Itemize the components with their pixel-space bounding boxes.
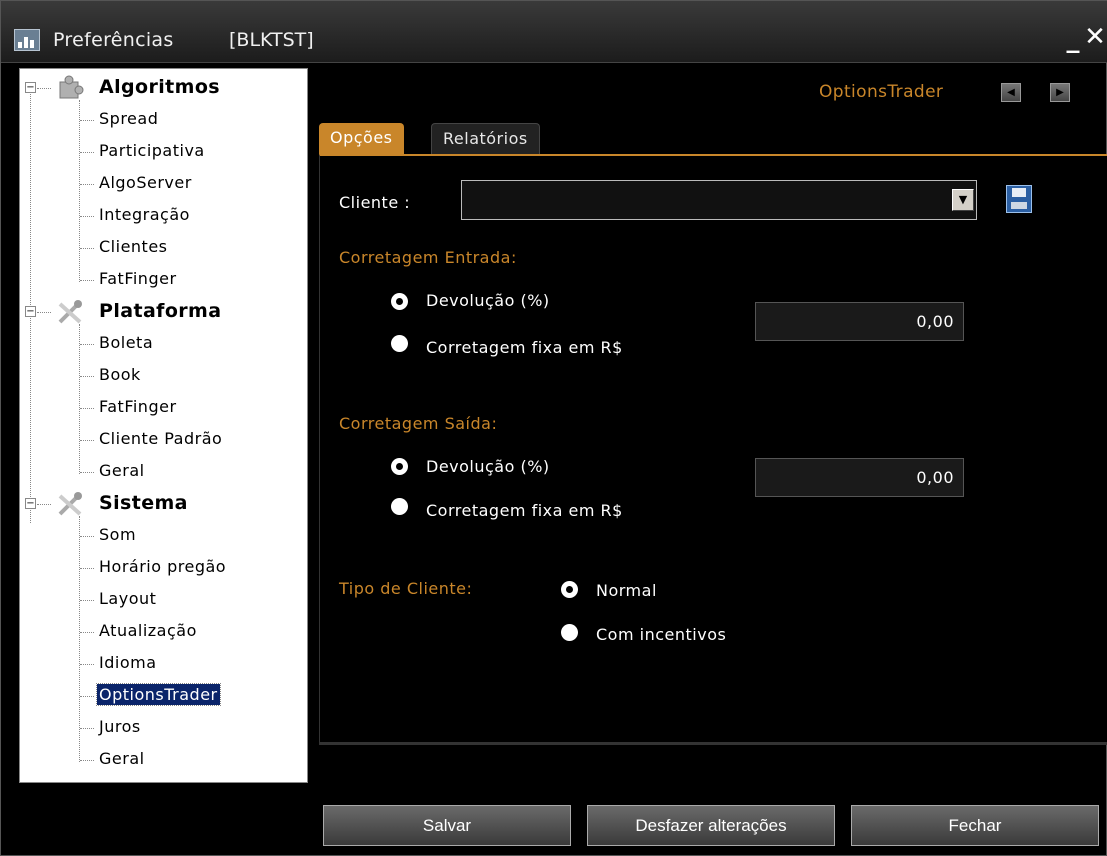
tree-item-participativa[interactable]: Participativa xyxy=(20,137,307,168)
tree-item-label: Spread xyxy=(99,109,159,128)
tree-group-label: Algoritmos xyxy=(99,76,220,98)
tree-item-algoserver[interactable]: AlgoServer xyxy=(20,169,307,200)
tree-item-idioma[interactable]: Idioma xyxy=(20,649,307,680)
tree-group-sistema[interactable]: − Sistema xyxy=(20,489,307,520)
tools-icon xyxy=(58,300,82,324)
saida-value-input[interactable]: 0,00 xyxy=(755,458,964,497)
cliente-dropdown[interactable]: ▼ xyxy=(461,180,977,220)
preferences-window: Preferências [BLKTST] _ ✕ − Algoritmos S… xyxy=(0,0,1107,856)
tab-opcoes[interactable]: Opções xyxy=(319,123,404,154)
collapse-icon[interactable]: − xyxy=(25,306,36,317)
saida-devolucao-radio[interactable] xyxy=(391,458,408,475)
tree-item-label: Integração xyxy=(99,205,190,224)
tools-icon xyxy=(58,492,82,516)
puzzle-icon xyxy=(59,75,84,99)
tree-item-boleta[interactable]: Boleta xyxy=(20,329,307,360)
close-window-button[interactable]: ✕ xyxy=(1084,23,1106,51)
tipo-incentivos-radio[interactable] xyxy=(561,624,578,641)
tree-item-label: FatFinger xyxy=(99,397,177,416)
entrada-devolucao-radio[interactable] xyxy=(391,293,408,310)
tree-item-juros[interactable]: Juros xyxy=(20,713,307,744)
minimize-button[interactable]: _ xyxy=(1063,26,1083,52)
saida-fixa-label: Corretagem fixa em R$ xyxy=(426,501,623,520)
tree-item-geral[interactable]: Geral xyxy=(20,745,307,776)
tipo-normal-label: Normal xyxy=(596,581,657,600)
tipo-cliente-title: Tipo de Cliente: xyxy=(339,579,473,598)
tree-item-book[interactable]: Book xyxy=(20,361,307,392)
tree-item-label: Boleta xyxy=(99,333,154,352)
tree-item-label: Geral xyxy=(99,461,145,480)
tree-item-cliente-padrao[interactable]: Cliente Padrão xyxy=(20,425,307,456)
tipo-normal-radio[interactable] xyxy=(561,581,578,598)
saida-fixa-radio[interactable] xyxy=(391,498,408,515)
tree-item-som[interactable]: Som xyxy=(20,521,307,552)
tree-group-algoritmos[interactable]: − Algoritmos xyxy=(20,73,307,104)
collapse-icon[interactable]: − xyxy=(25,498,36,509)
save-disk-icon[interactable] xyxy=(1006,185,1032,213)
window-title-tag: [BLKTST] xyxy=(229,29,314,51)
tree-item-label: Cliente Padrão xyxy=(99,429,223,448)
title-bar[interactable]: Preferências [BLKTST] _ ✕ xyxy=(1,1,1107,63)
arrow-left-icon: ◀ xyxy=(1007,87,1015,98)
options-panel xyxy=(319,154,1107,742)
tipo-incentivos-label: Com incentivos xyxy=(596,625,727,644)
tree-item-label: Idioma xyxy=(99,653,157,672)
tree-item-layout[interactable]: Layout xyxy=(20,585,307,616)
save-button[interactable]: Salvar xyxy=(323,805,571,846)
tree-group-label: Sistema xyxy=(99,492,188,514)
section-title: OptionsTrader xyxy=(819,82,944,102)
tree-item-optionstrader[interactable]: OptionsTrader xyxy=(20,681,307,712)
tree-item-fatfinger[interactable]: FatFinger xyxy=(20,265,307,296)
tree-item-label: Book xyxy=(99,365,141,384)
entrada-value-input[interactable]: 0,00 xyxy=(755,302,964,341)
tree-group-label: Plataforma xyxy=(99,300,222,322)
cliente-label: Cliente : xyxy=(339,193,411,212)
tree-item-label: Som xyxy=(99,525,137,544)
entrada-fixa-radio[interactable] xyxy=(391,335,408,352)
tree-item-label: Clientes xyxy=(99,237,168,256)
window-title: Preferências xyxy=(53,29,174,51)
tree-item-label: Juros xyxy=(99,717,141,736)
app-chart-icon xyxy=(14,29,40,51)
previous-section-button[interactable]: ◀ xyxy=(1001,83,1021,102)
tree-item-geral[interactable]: Geral xyxy=(20,457,307,488)
tree-item-label: Atualização xyxy=(99,621,197,640)
tree-item-label: Geral xyxy=(99,749,145,768)
close-button[interactable]: Fechar xyxy=(851,805,1099,846)
tree-item-spread[interactable]: Spread xyxy=(20,105,307,136)
tree-item-atualizacao[interactable]: Atualização xyxy=(20,617,307,648)
tree-item-integracao[interactable]: Integração xyxy=(20,201,307,232)
panel-divider xyxy=(319,742,1107,745)
tree-item-label: Participativa xyxy=(99,141,205,160)
next-section-button[interactable]: ▶ xyxy=(1050,83,1070,102)
collapse-icon[interactable]: − xyxy=(25,82,36,93)
tree-item-horario-pregao[interactable]: Horário pregão xyxy=(20,553,307,584)
entrada-devolucao-label: Devolução (%) xyxy=(426,291,550,310)
tree-item-fatfinger[interactable]: FatFinger xyxy=(20,393,307,424)
tree-item-label: FatFinger xyxy=(99,269,177,288)
saida-devolucao-label: Devolução (%) xyxy=(426,457,550,476)
tree-group-plataforma[interactable]: − Plataforma xyxy=(20,297,307,328)
preferences-tree: − Algoritmos Spread Participativa AlgoSe… xyxy=(19,68,308,783)
chevron-down-icon[interactable]: ▼ xyxy=(952,189,974,211)
tree-item-label: Horário pregão xyxy=(99,557,227,576)
tab-relatorios[interactable]: Relatórios xyxy=(431,123,540,154)
tree-item-label: AlgoServer xyxy=(99,173,192,192)
tree-item-label: Layout xyxy=(99,589,157,608)
corretagem-saida-title: Corretagem Saída: xyxy=(339,414,498,433)
entrada-fixa-label: Corretagem fixa em R$ xyxy=(426,338,623,357)
tree-item-clientes[interactable]: Clientes xyxy=(20,233,307,264)
tree-item-label-selected: OptionsTrader xyxy=(96,683,221,706)
arrow-right-icon: ▶ xyxy=(1056,87,1064,98)
undo-changes-button[interactable]: Desfazer alterações xyxy=(587,805,835,846)
corretagem-entrada-title: Corretagem Entrada: xyxy=(339,248,517,267)
